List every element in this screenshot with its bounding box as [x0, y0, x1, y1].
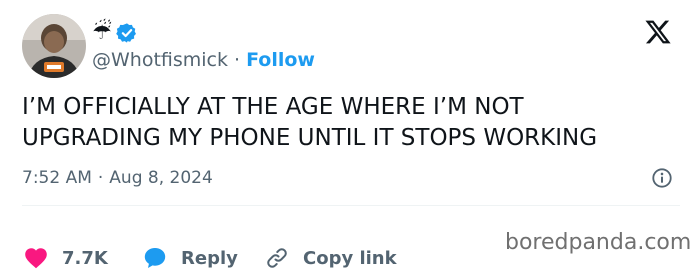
author-handle-row: @Whotfismick · Follow	[92, 47, 315, 73]
like-count: 7.7K	[62, 247, 108, 269]
timestamp-separator: ·	[97, 168, 104, 188]
speech-bubble-icon	[144, 248, 166, 268]
tweet-card: ☔ @Whotfismick · Follow I’M OFFICIALLY A…	[0, 0, 700, 269]
info-icon[interactable]	[651, 167, 673, 189]
watermark: boredpanda.com	[505, 230, 692, 255]
follow-button[interactable]: Follow	[246, 49, 315, 71]
heart-icon	[25, 248, 47, 269]
author-display-name[interactable]: ☔	[92, 19, 112, 47]
tweet-date: Aug 8, 2024	[109, 168, 213, 188]
author-name-row: ☔	[92, 19, 138, 47]
reply-label: Reply	[181, 247, 238, 269]
verified-badge-icon	[115, 23, 136, 43]
link-icon	[267, 248, 287, 268]
copy-link-label: Copy link	[303, 247, 397, 269]
avatar-image	[22, 14, 86, 78]
reply-button[interactable]: Reply	[143, 245, 238, 271]
tweet-text: I’M OFFICIALLY AT THE AGE WHERE I’M NOT …	[22, 92, 682, 154]
like-button[interactable]: 7.7K	[24, 245, 108, 271]
tweet-text-line-2: UPGRADING MY PHONE UNTIL IT STOPS WORKIN…	[22, 125, 598, 151]
tweet-text-line-1: I’M OFFICIALLY AT THE AGE WHERE I’M NOT	[22, 94, 524, 120]
divider	[22, 205, 680, 206]
avatar[interactable]	[22, 14, 86, 78]
copy-link-button[interactable]: Copy link	[265, 245, 397, 271]
tweet-time: 7:52 AM	[22, 168, 92, 188]
author-handle[interactable]: @Whotfismick	[92, 49, 228, 71]
x-logo-icon[interactable]	[644, 18, 672, 46]
tweet-timestamp[interactable]: 7:52 AM · Aug 8, 2024	[22, 166, 213, 190]
handle-separator: ·	[234, 49, 241, 71]
